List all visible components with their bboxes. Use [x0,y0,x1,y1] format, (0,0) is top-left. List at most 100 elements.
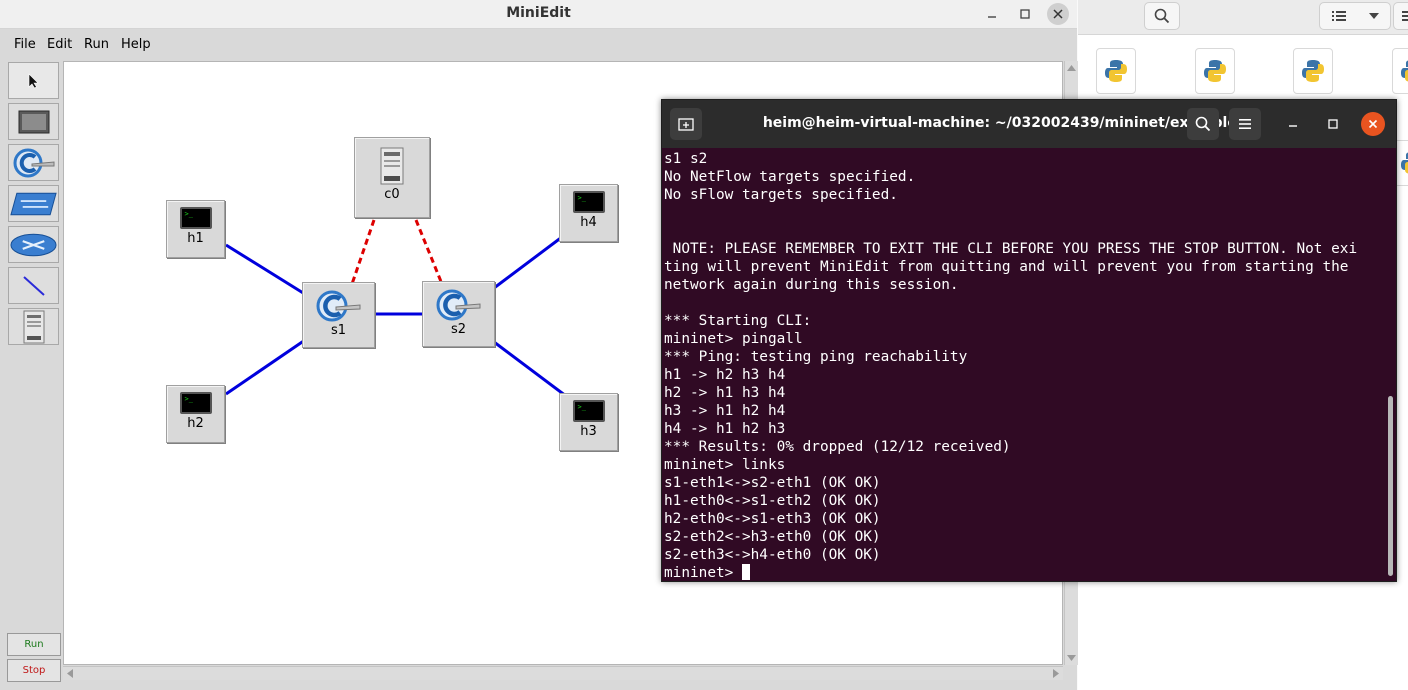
terminal-line: mininet> pingall [664,331,803,347]
maximize-button[interactable] [1014,3,1036,25]
terminal-line: NOTE: PLEASE REMEMBER TO EXIT THE CLI BE… [664,241,1358,257]
stop-button[interactable]: Stop [7,659,61,682]
tool-palette: Run Stop [5,61,63,687]
host-node-h3[interactable]: h3 [559,393,618,451]
terminal-minimize-button[interactable] [1281,112,1305,136]
terminal-icon [179,392,212,414]
menu-help[interactable]: Help [121,37,151,52]
terminal-icon [572,191,605,213]
select-pointer-icon [28,72,39,88]
legacy-switch-icon [10,192,57,215]
terminal-icon [179,207,212,229]
router-icon [10,233,57,256]
node-label: s1 [330,323,347,338]
host-tool[interactable] [8,103,59,140]
python-file-icon[interactable] [1195,48,1235,94]
python-file-icon[interactable] [1293,48,1333,94]
terminal-line: h1-eth0<->s1-eth2 (OK OK) [664,493,881,509]
terminal-maximize-button[interactable] [1321,112,1345,136]
node-label: c0 [384,187,400,202]
window-title: MiniEdit [506,5,571,21]
minimize-icon [988,16,996,18]
controller-node-c0[interactable]: c0 [354,137,430,218]
select-tool[interactable] [8,62,59,99]
switch-icon [13,148,54,177]
switch-node-s2[interactable]: s2 [422,281,495,347]
terminal-menu-button[interactable] [1229,108,1261,140]
switch-icon [316,290,360,322]
list-view-icon [1331,11,1346,21]
terminal-line: No sFlow targets specified. [664,187,898,203]
menu-edit[interactable]: Edit [47,37,72,52]
maximize-icon [1020,9,1030,19]
minimize-button[interactable] [981,3,1003,25]
terminal-line: h1 -> h2 h3 h4 [664,367,786,383]
terminal-line: s1-eth1<->s2-eth1 (OK OK) [664,475,881,491]
link-h2-s1[interactable] [225,336,309,396]
chevron-down-icon [1368,13,1379,19]
terminal-line: *** Ping: testing ping reachability [664,349,968,365]
switch-tool[interactable] [8,144,59,181]
miniedit-titlebar[interactable]: MiniEdit [0,0,1077,29]
terminal-line: ting will prevent MiniEdit from quitting… [664,259,1349,275]
menu-run[interactable]: Run [84,37,109,52]
host-icon [18,110,49,133]
terminal-line: h4 -> h1 h2 h3 [664,421,786,437]
terminal-line: No NetFlow targets specified. [664,169,916,185]
terminal-headerbar[interactable]: heim@heim-virtual-machine: ~/032002439/m… [662,100,1396,148]
node-label: h1 [187,231,204,246]
terminal-scrollbar[interactable] [1388,396,1393,576]
switch-node-s1[interactable]: s1 [302,282,375,348]
hamburger-menu-icon [1402,11,1408,21]
terminal-line: mininet> links [664,457,786,473]
menu-file[interactable]: File [14,37,36,52]
terminal-search-button[interactable] [1187,108,1219,140]
file-manager-headerbar [1078,0,1408,35]
router-tool[interactable] [8,226,59,263]
horizontal-scrollbar[interactable] [63,666,1063,680]
close-button[interactable] [1047,3,1069,25]
close-icon [1053,9,1063,19]
controller-tool[interactable] [8,308,59,345]
host-node-h2[interactable]: h2 [166,385,225,443]
hamburger-menu-icon [1239,119,1251,129]
terminal-line: s2-eth3<->h4-eth0 (OK OK) [664,547,881,563]
controller-icon [23,310,44,343]
terminal-close-button[interactable] [1361,112,1385,136]
terminal-line: *** Starting CLI: [664,313,812,329]
search-icon [1195,116,1211,132]
link-s2-h3[interactable] [493,340,567,398]
controller-icon [380,147,404,185]
link-tool[interactable] [8,267,59,304]
node-label: h3 [580,424,597,439]
python-file-icon[interactable] [1392,48,1408,94]
new-tab-button[interactable] [670,108,702,140]
scroll-down-icon [1067,655,1076,661]
file-manager-search-button[interactable] [1144,2,1180,30]
terminal-text: s1 s2 No NetFlow targets specified. No s… [662,148,1384,582]
host-node-h4[interactable]: h4 [559,184,618,242]
run-button[interactable]: Run [7,633,61,656]
host-node-h1[interactable]: h1 [166,200,225,258]
file-manager-menu-button[interactable] [1393,2,1408,30]
link-h1-s1[interactable] [225,243,309,298]
file-manager-view-toggle[interactable] [1319,2,1391,30]
search-icon [1154,8,1170,24]
close-icon [1368,119,1378,129]
control-link-c0-s1[interactable] [350,219,376,285]
python-file-icon[interactable] [1096,48,1136,94]
node-label: h2 [187,416,204,431]
link-s2-h4[interactable] [493,232,567,290]
terminal-output[interactable]: s1 s2 No NetFlow targets specified. No s… [662,148,1384,583]
terminal-window: heim@heim-virtual-machine: ~/032002439/m… [661,99,1397,582]
control-link-c0-s2[interactable] [414,219,444,285]
terminal-icon [572,400,605,422]
node-label: s2 [450,322,467,337]
node-label: h4 [580,215,597,230]
terminal-line: s2-eth2<->h3-eth0 (OK OK) [664,529,881,545]
terminal-line: s1 s2 [664,151,708,167]
terminal-cursor [741,564,750,580]
minimize-icon [1289,125,1297,127]
legacy-switch-tool[interactable] [8,185,59,222]
terminal-line: h2 -> h1 h3 h4 [664,385,786,401]
